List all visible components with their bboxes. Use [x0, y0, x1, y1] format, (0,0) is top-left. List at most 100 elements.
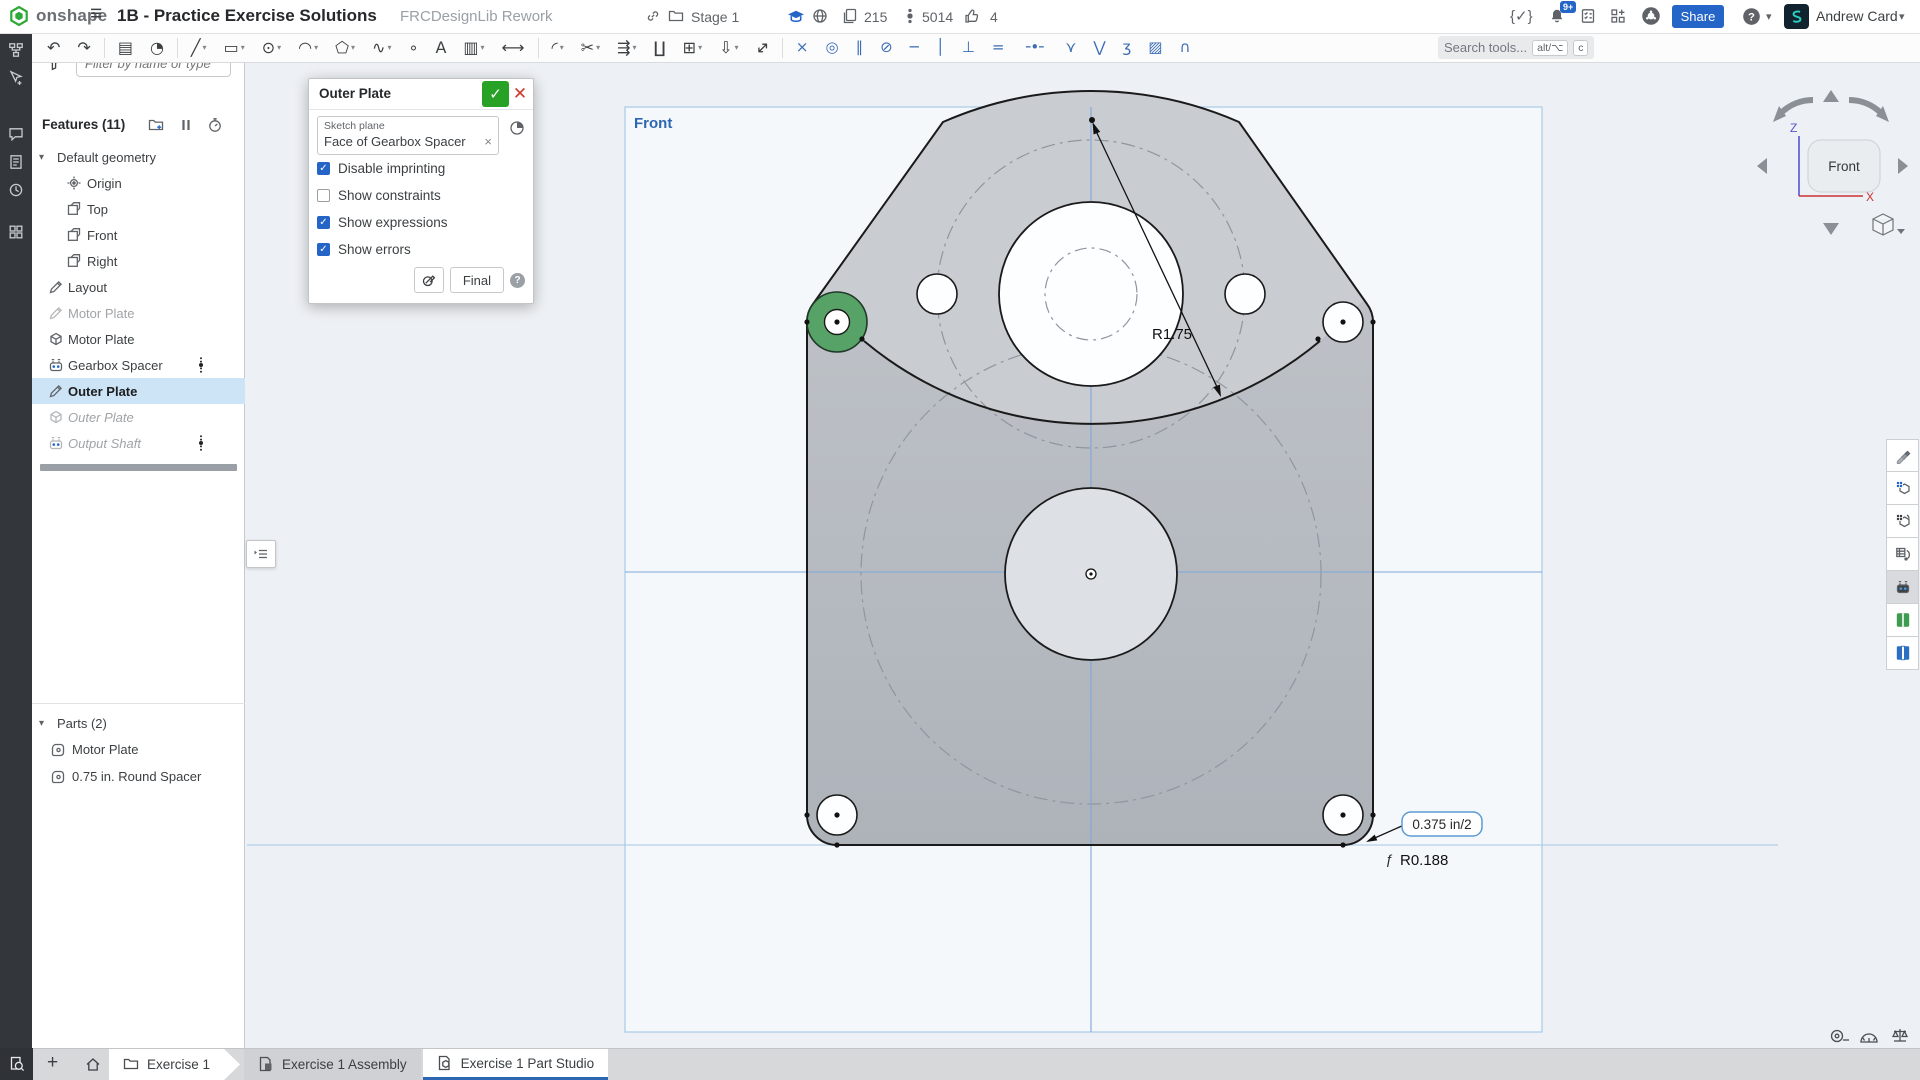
fillet-tool[interactable]: ◜▾	[545, 35, 571, 61]
suspend-icon[interactable]	[178, 117, 194, 133]
offset-tool[interactable]: ⇶▾	[610, 35, 643, 61]
spline-tool[interactable]: ∿▾	[365, 35, 398, 61]
fillet-result-label[interactable]: R0.188	[1400, 852, 1448, 869]
checkbox[interactable]	[317, 189, 330, 202]
named-views-icon[interactable]	[1886, 505, 1919, 538]
user-menu-caret-icon[interactable]: ▾	[1899, 10, 1905, 23]
app-store-icon[interactable]	[1610, 8, 1628, 26]
feature-row[interactable]: Layout	[32, 274, 245, 300]
pattern-tool[interactable]: ⊞▾	[676, 35, 709, 61]
arc-tool[interactable]: ◠▾	[291, 35, 325, 61]
views-icon[interactable]	[902, 8, 920, 26]
search-document-button[interactable]	[0, 1048, 33, 1080]
new-tab-button[interactable]: +	[47, 1052, 58, 1074]
instance-dots-handle[interactable]	[197, 356, 205, 374]
checkbox[interactable]: ✓	[317, 216, 330, 229]
part-label[interactable]: 0.75 in. Round Spacer	[72, 769, 201, 784]
rollback-timer-icon[interactable]	[207, 117, 223, 133]
custom-feature-app-icon[interactable]	[1886, 571, 1919, 604]
pierce-constraint[interactable]: ʒ	[1116, 35, 1139, 61]
line-tool[interactable]: ╱▾	[184, 35, 214, 61]
symmetric-constraint[interactable]: ⋎	[1058, 35, 1083, 61]
feature-label[interactable]: Outer Plate	[68, 410, 134, 425]
coincident-constraint[interactable]: ×	[789, 35, 816, 61]
checkbox[interactable]: ✓	[317, 162, 330, 175]
new-folder-icon[interactable]	[148, 117, 164, 133]
dropdown-caret-icon[interactable]: ▾	[481, 43, 485, 52]
feature-label[interactable]: Outer Plate	[68, 384, 137, 399]
feature-label[interactable]: Layout	[68, 280, 107, 295]
sketch-plane-value[interactable]: Face of Gearbox Spacer	[324, 134, 466, 149]
document-tab[interactable]: Exercise 1 Assembly	[244, 1049, 421, 1080]
sketch-face-button[interactable]: ◔	[143, 35, 171, 61]
parallel-constraint[interactable]: ∥	[849, 35, 871, 61]
selection-filter-icon[interactable]	[509, 120, 527, 138]
feature-label[interactable]: Gearbox Spacer	[68, 358, 163, 373]
tangent-constraint[interactable]: ⊘	[873, 35, 900, 61]
dropdown-caret-icon[interactable]: ▾	[735, 43, 739, 52]
dimension-tool[interactable]: ⟷	[495, 35, 532, 61]
home-tab-icon[interactable]	[85, 1056, 103, 1074]
feature-row[interactable]: Output Shaft	[32, 430, 245, 456]
corner-hole-top-left-selected[interactable]	[807, 292, 867, 352]
feature-list-collapse-button[interactable]	[246, 540, 276, 568]
dropdown-caret-icon[interactable]: ▾	[560, 43, 564, 52]
featurescript-green-notebook-icon[interactable]	[1886, 604, 1919, 637]
radius-dimension-label[interactable]: R1.75	[1152, 326, 1192, 343]
feature-label[interactable]: Default geometry	[57, 150, 156, 165]
perpendicular-constraint[interactable]: ⊥	[955, 35, 982, 61]
feature-row[interactable]: Gearbox Spacer	[32, 352, 245, 378]
feature-label[interactable]: Output Shaft	[68, 436, 141, 451]
feature-label[interactable]: Origin	[87, 176, 122, 191]
clear-selection-icon[interactable]: ×	[484, 134, 492, 149]
version-graph-icon[interactable]	[8, 42, 25, 59]
sketch-origin[interactable]	[1086, 569, 1096, 579]
user-name[interactable]: Andrew Card	[1816, 8, 1898, 24]
public-document-icon[interactable]	[812, 8, 830, 26]
apps-icon[interactable]	[8, 224, 25, 241]
onshape-logo-icon[interactable]	[8, 5, 30, 27]
checkbox[interactable]: ✓	[317, 243, 330, 256]
sketch-plane-field[interactable]: Sketch plane Face of Gearbox Spacer ×	[317, 116, 499, 155]
redo-tool[interactable]: ↷	[70, 35, 97, 61]
circle-tool[interactable]: ⊙▾	[255, 35, 288, 61]
fix-constraint[interactable]: ▨	[1141, 35, 1169, 61]
isometric-view-icon[interactable]	[1873, 214, 1893, 235]
horizontal-constraint[interactable]: ─	[903, 35, 926, 61]
display-states-icon[interactable]	[1886, 472, 1919, 505]
search-tools-box[interactable]: Search tools... alt/⌥ c	[1438, 36, 1594, 59]
feature-row[interactable]: ▾ Default geometry	[32, 144, 245, 170]
user-avatar[interactable]	[1784, 4, 1809, 29]
curvature-constraint[interactable]: ⋁	[1086, 35, 1112, 61]
part-label[interactable]: Motor Plate	[72, 742, 138, 757]
motor-pilot-hole[interactable]	[999, 202, 1183, 386]
featurescript-check-icon[interactable]: {✓}	[1510, 7, 1533, 25]
history-icon[interactable]	[8, 182, 25, 199]
comments-icon[interactable]	[8, 126, 25, 143]
feature-label[interactable]: Right	[87, 254, 117, 269]
sketch-preview-button[interactable]	[414, 267, 444, 293]
rollback-bar[interactable]	[40, 464, 237, 471]
dropdown-caret-icon[interactable]: ▾	[277, 43, 281, 52]
vertical-constraint[interactable]: │	[929, 35, 952, 61]
concentric-constraint[interactable]: ◎	[819, 35, 846, 61]
dialog-option-row[interactable]: ✓Show errors	[317, 236, 525, 263]
group-caret-icon[interactable]: ▾	[39, 152, 44, 163]
convert-tool[interactable]: ▥▾	[456, 35, 491, 61]
main-menu-icon[interactable]: ≡	[90, 2, 102, 26]
document-tab[interactable]: Exercise 1	[109, 1049, 240, 1080]
instance-dots-handle[interactable]	[197, 434, 205, 452]
copies-icon[interactable]	[842, 8, 860, 26]
fillet-expression-label[interactable]: 0.375 in/2	[1412, 817, 1471, 832]
configurations-icon[interactable]	[1886, 538, 1919, 571]
feature-row[interactable]: Right	[32, 248, 245, 274]
feature-row[interactable]: Motor Plate	[32, 326, 245, 352]
part-row[interactable]: Motor Plate	[32, 736, 245, 763]
trim-tool[interactable]: ✂▾	[574, 35, 607, 61]
help-icon[interactable]: ?	[1742, 7, 1760, 25]
polygon-tool[interactable]: ⬠▾	[328, 35, 362, 61]
dropdown-caret-icon[interactable]: ▾	[203, 43, 207, 52]
transform-tool[interactable]: ↔	[749, 35, 776, 61]
feature-label[interactable]: Motor Plate	[68, 332, 134, 347]
normal-constraint[interactable]: ∩	[1172, 35, 1197, 61]
